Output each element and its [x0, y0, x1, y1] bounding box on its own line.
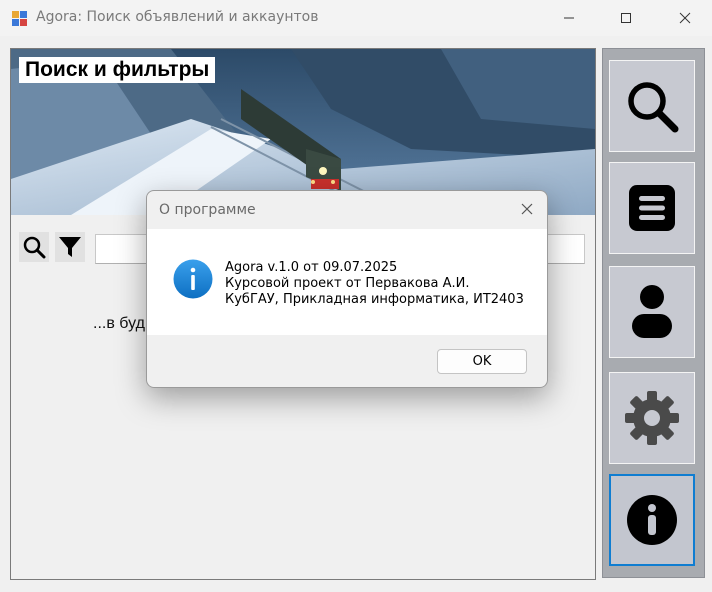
about-dialog: О программе Agora v.1.0 от 09.07.2025 Ку… [146, 190, 548, 388]
search-icon [23, 236, 46, 259]
maximize-icon [621, 13, 631, 23]
sidebar [602, 48, 705, 578]
filter-icon [59, 237, 81, 257]
minimize-icon [564, 17, 574, 19]
info-icon [627, 495, 677, 545]
sidebar-item-list[interactable] [609, 162, 695, 254]
close-icon [521, 203, 533, 215]
ok-button[interactable]: OK [437, 349, 527, 374]
dialog-message-line: Agora v.1.0 от 09.07.2025 [225, 260, 398, 275]
search-icon [628, 82, 679, 133]
close-button[interactable] [662, 0, 708, 36]
maximize-button[interactable] [603, 0, 649, 36]
filter-button[interactable] [55, 232, 85, 262]
dialog-body: Agora v.1.0 от 09.07.2025 Курсовой проек… [147, 229, 547, 335]
page-title: Поиск и фильтры [19, 57, 216, 83]
search-button[interactable] [19, 232, 49, 262]
dialog-message: Agora v.1.0 от 09.07.2025 Курсовой проек… [225, 260, 524, 308]
app-icon [12, 11, 27, 26]
info-icon [173, 259, 213, 299]
close-icon [679, 12, 691, 24]
sidebar-item-search[interactable] [609, 60, 695, 152]
gear-icon [625, 391, 679, 445]
sidebar-item-settings[interactable] [609, 372, 695, 464]
sidebar-item-about[interactable] [609, 474, 695, 566]
title-bar: Agora: Поиск объявлений и аккаунтов [0, 0, 712, 36]
window-title: Agora: Поиск объявлений и аккаунтов [36, 9, 319, 25]
dialog-title: О программе [159, 202, 256, 218]
results-status-text: ...в буд [93, 315, 145, 332]
dialog-close-button[interactable] [513, 197, 541, 221]
user-icon [632, 285, 672, 338]
sidebar-item-account[interactable] [609, 266, 695, 358]
list-icon [629, 185, 675, 231]
minimize-button[interactable] [546, 0, 592, 36]
dialog-message-line: КубГАУ, Прикладная информатика, ИТ2403 [225, 292, 524, 307]
dialog-message-line: Курсовой проект от Первакова А.И. [225, 276, 470, 291]
